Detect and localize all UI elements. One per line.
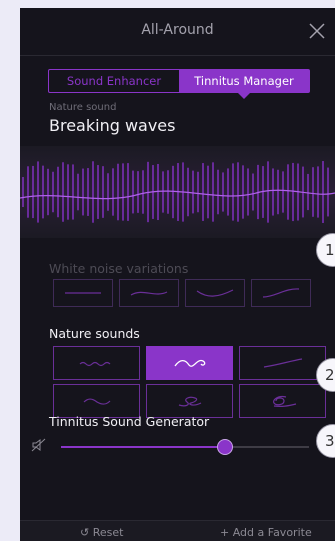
- white-noise-option-2[interactable]: [119, 279, 179, 307]
- nature-sound-option-2[interactable]: [146, 346, 233, 380]
- app-screen: All-Around Sound Enhancer Tinnitus Manag…: [20, 8, 335, 541]
- white-noise-options: [53, 279, 311, 307]
- speaker-muted-icon[interactable]: [31, 437, 47, 453]
- plus-icon: +: [220, 526, 230, 539]
- rising-curve-icon: [262, 288, 300, 298]
- footer-bar: ↺ Reset + Add a Favorite: [20, 520, 335, 541]
- wave-curl-icon: [173, 359, 205, 367]
- header: All-Around: [20, 8, 335, 56]
- nature-sound-caption: Nature sound: [49, 102, 117, 113]
- nature-sound-option-6[interactable]: [239, 384, 326, 418]
- white-noise-label: White noise variations: [49, 261, 189, 276]
- nature-sound-option-1[interactable]: [53, 346, 140, 380]
- soft-wave-icon: [83, 398, 110, 405]
- white-noise-option-1[interactable]: [53, 279, 113, 307]
- add-favorite-label: Add a Favorite: [232, 526, 312, 539]
- squiggle-icon: [178, 396, 201, 407]
- nature-sounds-row-2: [53, 384, 326, 418]
- gentle-curve-icon: [130, 291, 168, 296]
- flat-line-icon: [65, 292, 101, 294]
- slider-thumb[interactable]: [216, 439, 233, 455]
- reset-icon: ↺: [80, 526, 90, 539]
- white-noise-option-4[interactable]: [251, 279, 311, 307]
- close-icon[interactable]: [305, 19, 329, 43]
- nature-sounds-row-1: [53, 346, 326, 380]
- white-noise-option-3[interactable]: [185, 279, 245, 307]
- sound-visualizer: [20, 146, 335, 238]
- nature-sounds-label: Nature sounds: [49, 326, 140, 341]
- nature-sound-name: Breaking waves: [49, 116, 176, 135]
- nature-sound-option-5[interactable]: [146, 384, 233, 418]
- wind-line-icon: [263, 358, 302, 368]
- ripple-icon: [79, 361, 110, 367]
- nature-sound-option-4[interactable]: [53, 384, 140, 418]
- slider-fill: [61, 446, 225, 448]
- reset-label: Reset: [92, 526, 124, 539]
- generator-volume-slider[interactable]: [61, 439, 309, 455]
- dip-curve-icon: [196, 289, 234, 297]
- mode-tabs: Sound Enhancer Tinnitus Manager: [48, 69, 310, 99]
- reset-button[interactable]: ↺ Reset: [80, 526, 123, 539]
- tab-sound-enhancer[interactable]: Sound Enhancer: [49, 70, 179, 92]
- generator-label: Tinnitus Sound Generator: [49, 414, 210, 429]
- add-favorite-button[interactable]: + Add a Favorite: [220, 526, 312, 539]
- nature-sound-option-3[interactable]: [239, 346, 326, 380]
- program-title: All-Around: [141, 22, 214, 38]
- swirl-icon: [272, 395, 296, 407]
- tab-tinnitus-manager[interactable]: Tinnitus Manager: [179, 70, 309, 99]
